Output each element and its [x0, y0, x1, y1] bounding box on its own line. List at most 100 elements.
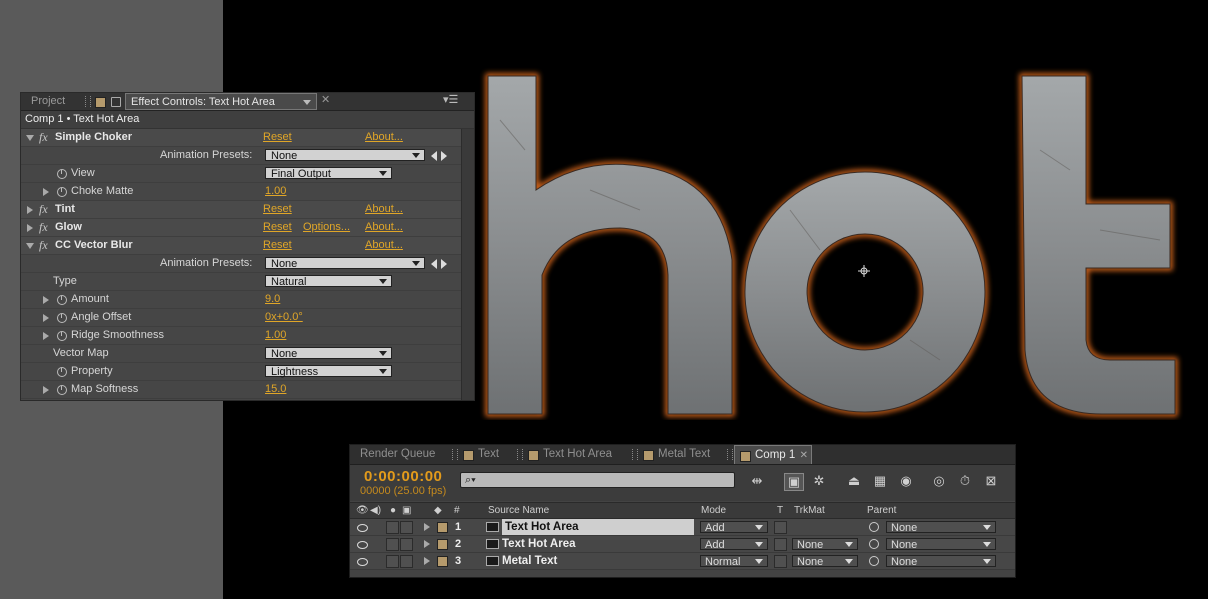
layer-name[interactable]: Text Hot Area: [502, 519, 694, 535]
tab-metal-text[interactable]: Metal Text: [658, 445, 710, 464]
trkmat-dropdown[interactable]: None: [792, 538, 858, 551]
visibility-column-icon[interactable]: 👁: [356, 503, 369, 518]
stopwatch-icon[interactable]: [57, 331, 67, 341]
reset-link[interactable]: Reset: [263, 237, 292, 254]
about-link[interactable]: About...: [365, 237, 403, 254]
type-dropdown[interactable]: Natural: [265, 275, 392, 288]
drag-grip-icon[interactable]: [85, 96, 91, 107]
reset-link[interactable]: Reset: [263, 219, 292, 236]
property-dropdown[interactable]: Lightness: [265, 365, 392, 378]
twirl-closed-icon[interactable]: [27, 224, 33, 232]
fx-icon[interactable]: fx: [39, 201, 48, 218]
pick-whip-icon[interactable]: [869, 539, 879, 549]
layer-row[interactable]: 2 Text Hot Area Add None None: [350, 536, 1015, 553]
fx-icon[interactable]: fx: [39, 129, 48, 146]
effect-row-glow[interactable]: fx Glow Reset Options... About...: [21, 219, 462, 237]
pick-whip-icon[interactable]: [869, 556, 879, 566]
stopwatch-icon[interactable]: [57, 313, 67, 323]
stopwatch-icon[interactable]: [57, 187, 67, 197]
close-icon[interactable]: ✕: [800, 446, 808, 465]
stopwatch-icon[interactable]: [57, 367, 67, 377]
lock-toggle[interactable]: [400, 538, 413, 551]
hide-shy-layers-icon[interactable]: ✲: [810, 473, 828, 489]
angle-offset-value[interactable]: 0x+0.0°: [265, 309, 303, 326]
animation-presets-dropdown[interactable]: None: [265, 149, 425, 162]
effect-row-simple-choker[interactable]: fx Simple Choker Reset About...: [21, 129, 462, 147]
ridge-smoothness-value[interactable]: 1.00: [265, 327, 286, 344]
label-color-swatch[interactable]: [437, 539, 448, 550]
layer-name[interactable]: Text Hot Area: [502, 536, 576, 552]
twirl-closed-icon[interactable]: [424, 523, 430, 531]
choke-matte-value[interactable]: 1.00: [265, 183, 286, 200]
reset-link[interactable]: Reset: [263, 201, 292, 218]
parent-dropdown[interactable]: None: [886, 555, 996, 568]
twirl-closed-icon[interactable]: [27, 206, 33, 214]
stopwatch-icon[interactable]: [57, 385, 67, 395]
vector-map-dropdown[interactable]: None: [265, 347, 392, 360]
eye-icon[interactable]: [357, 541, 368, 549]
graph-editor-icon[interactable]: ◎: [930, 473, 948, 489]
map-softness-value[interactable]: 15.0: [265, 381, 286, 398]
tab-project[interactable]: Project: [31, 93, 65, 110]
label-column-icon[interactable]: ◆: [434, 503, 442, 518]
audio-column-icon[interactable]: ◀): [370, 503, 381, 518]
composition-mini-flowchart-icon[interactable]: ⇹: [748, 473, 766, 489]
twirl-open-icon[interactable]: [26, 135, 34, 141]
drag-grip-icon[interactable]: [452, 449, 458, 460]
stopwatch-icon[interactable]: [57, 169, 67, 179]
about-link[interactable]: About...: [365, 129, 403, 146]
column-source-name[interactable]: Source Name: [488, 503, 549, 518]
about-link[interactable]: About...: [365, 201, 403, 218]
twirl-closed-icon[interactable]: [43, 314, 49, 322]
twirl-open-icon[interactable]: [26, 243, 34, 249]
previous-preset-icon[interactable]: [431, 259, 437, 269]
label-color-swatch[interactable]: [437, 556, 448, 567]
next-preset-icon[interactable]: [441, 151, 447, 161]
solo-toggle[interactable]: [386, 538, 399, 551]
preserve-transparency-toggle[interactable]: [774, 521, 787, 534]
amount-value[interactable]: 9.0: [265, 291, 280, 308]
about-link[interactable]: About...: [365, 219, 403, 236]
animation-presets-dropdown[interactable]: None: [265, 257, 425, 270]
drag-grip-icon[interactable]: [632, 449, 638, 460]
eye-icon[interactable]: [357, 558, 368, 566]
twirl-closed-icon[interactable]: [424, 557, 430, 565]
solo-column-icon[interactable]: ●: [390, 503, 396, 518]
tab-render-queue[interactable]: Render Queue: [360, 445, 435, 464]
frame-blending-icon[interactable]: ⏏: [845, 473, 863, 489]
tab-text[interactable]: Text: [478, 445, 499, 464]
lock-icon[interactable]: [111, 97, 121, 107]
layer-search-input[interactable]: ⌕▾: [460, 472, 735, 488]
trkmat-dropdown[interactable]: None: [792, 555, 858, 568]
layer-row[interactable]: 1 Text Hot Area Add None: [350, 519, 1015, 536]
stopwatch-icon[interactable]: ⏱: [956, 473, 974, 489]
layer-name[interactable]: Metal Text: [502, 553, 557, 569]
next-preset-icon[interactable]: [441, 259, 447, 269]
twirl-closed-icon[interactable]: [424, 540, 430, 548]
parent-dropdown[interactable]: None: [886, 538, 996, 551]
eye-icon[interactable]: [357, 524, 368, 532]
scrollbar[interactable]: [461, 129, 474, 400]
lock-toggle[interactable]: [400, 555, 413, 568]
view-dropdown[interactable]: Final Output: [265, 167, 392, 180]
effect-row-cc-vector-blur[interactable]: fx CC Vector Blur Reset About...: [21, 237, 462, 255]
render-region-icon[interactable]: ⊠: [982, 473, 1000, 489]
current-time-display[interactable]: 0:00:00:00: [364, 468, 442, 485]
chevron-down-icon[interactable]: [303, 100, 311, 105]
mode-dropdown[interactable]: Add: [700, 538, 768, 551]
twirl-closed-icon[interactable]: [43, 386, 49, 394]
label-color-swatch[interactable]: [437, 522, 448, 533]
close-icon[interactable]: ✕: [321, 93, 330, 106]
brainstorm-icon[interactable]: ◉: [897, 473, 915, 489]
solo-toggle[interactable]: [386, 521, 399, 534]
pick-whip-icon[interactable]: [869, 522, 879, 532]
stopwatch-icon[interactable]: [57, 295, 67, 305]
drag-grip-icon[interactable]: [727, 449, 733, 460]
previous-preset-icon[interactable]: [431, 151, 437, 161]
fx-icon[interactable]: fx: [39, 219, 48, 236]
options-link[interactable]: Options...: [303, 219, 350, 236]
lock-column-icon[interactable]: ▣: [402, 503, 411, 518]
preserve-transparency-toggle[interactable]: [774, 555, 787, 568]
twirl-closed-icon[interactable]: [43, 332, 49, 340]
mode-dropdown[interactable]: Add: [700, 521, 768, 534]
